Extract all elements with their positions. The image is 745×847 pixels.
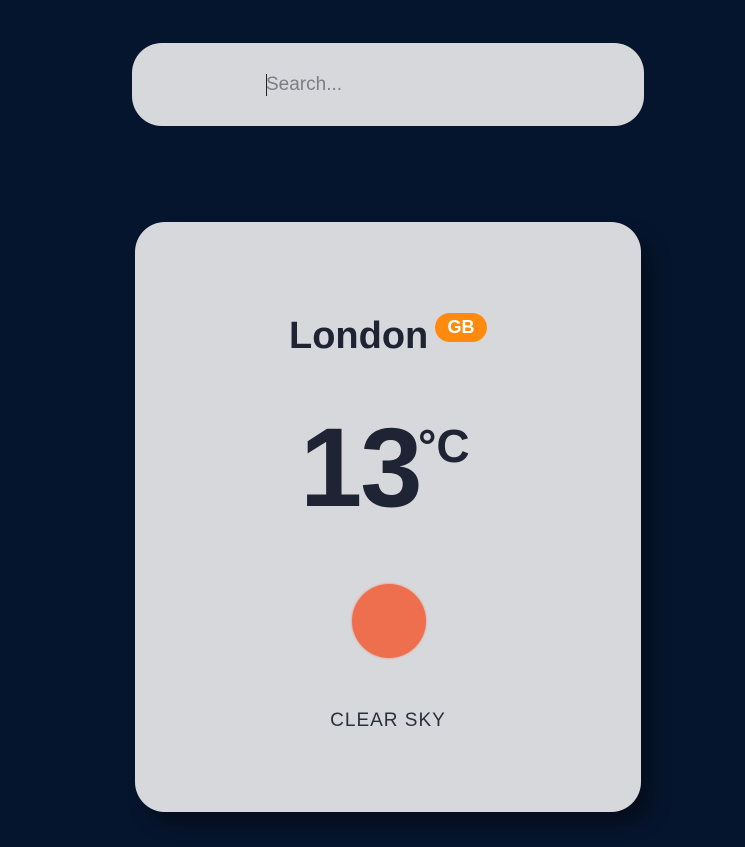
- temperature-value: 13: [300, 405, 423, 530]
- text-caret: [266, 74, 267, 96]
- location-header: London GB: [0, 310, 745, 370]
- temperature-unit: °C: [418, 420, 470, 472]
- search-input[interactable]: [266, 43, 626, 126]
- country-badge: GB: [435, 313, 487, 342]
- weather-description: CLEAR SKY: [330, 710, 446, 731]
- sun-icon: [352, 584, 426, 658]
- city-name: London: [289, 315, 429, 357]
- search-bar[interactable]: [132, 43, 644, 126]
